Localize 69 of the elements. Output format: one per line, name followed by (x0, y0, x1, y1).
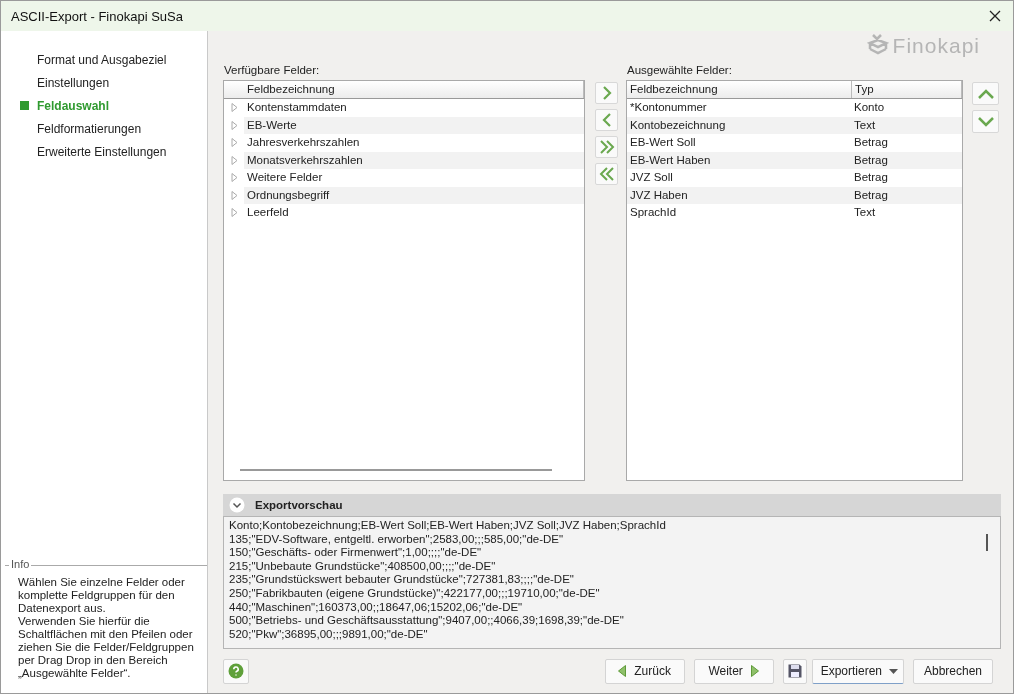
export-button[interactable]: Exportieren (811, 658, 904, 684)
table-cell-text: *Kontonummer (629, 100, 708, 115)
section-title: Exportvorschau (255, 499, 343, 511)
preview-line: 250;"Fabrikbauten (eigene Grundstücke)";422177,00;;;19710,00;"de-DE" (229, 586, 600, 601)
table-cell: Betrag (851, 151, 962, 169)
wizard-step[interactable]: Feldformatierungen (37, 121, 142, 136)
wizard-step[interactable]: Feldauswahl (37, 98, 110, 113)
scrollbar-thumb[interactable] (986, 534, 988, 551)
add-field-button[interactable] (595, 82, 618, 104)
column-header[interactable]: Feldbezeichnung (627, 81, 852, 98)
close-icon (989, 10, 1001, 22)
table-cell-text: SprachId (629, 205, 678, 220)
info-text: Wählen Sie einzelne Felder oder komplette Feldgruppen für den Datenexport aus. Verwenden Sie hierfür die Schaltflächen mit den Pfeilen oder ziehen Sie die Felder/Feldgruppen per Drag Drop in den Bereich „Ausgewählte Felder“. (18, 576, 195, 680)
preview-line: 235;"Grundstückswert bebauter Grundstücke";727381,83;;;;"de-DE" (229, 573, 574, 587)
wizard-step[interactable]: Format und Ausgabeziel (37, 52, 167, 67)
scrollbar[interactable] (240, 469, 552, 471)
preview-line: 440;"Maschinen";160373,00;;18647,06;15202,06;"de-DE" (229, 600, 523, 615)
preview-line: 150;"Geschäfts- oder Firmenwert";1,00;;;;"de-DE" (229, 546, 482, 560)
help-button[interactable] (223, 658, 249, 684)
table-cell: EB-Wert Haben (627, 151, 851, 169)
column-header[interactable]: Typ (852, 81, 962, 98)
table-cell-text: Betrag (853, 170, 889, 185)
double-chevron-left-icon (597, 165, 616, 183)
help-icon (228, 663, 244, 679)
cancel-button[interactable]: Abbrechen (913, 658, 993, 684)
wizard-step[interactable]: Einstellungen (37, 75, 110, 90)
list-label: Ausgewählte Felder: (626, 63, 733, 78)
table-cell: JVZ Haben (627, 186, 851, 204)
preview-line: 135;"EDV-Software, entgeltl. erworben";2583,00;;;585,00;"de-DE" (229, 532, 564, 547)
preview-line: 215;"Unbebaute Grundstücke";408500,00;;;;"de-DE" (229, 559, 496, 574)
table-cell: Kontobezeichnung (627, 116, 851, 134)
back-button[interactable]: Zurück (604, 658, 685, 684)
list-label: Verfügbare Felder: (223, 63, 321, 78)
chevron-up-icon (976, 87, 995, 100)
table-cell: Betrag (851, 186, 962, 204)
remove-field-button[interactable] (595, 109, 618, 131)
tree-item[interactable]: Leerfeld (244, 204, 584, 222)
table-cell: Text (851, 116, 962, 134)
add-all-button[interactable] (595, 136, 618, 158)
caret-icon (889, 668, 898, 674)
chevron-down-icon (976, 115, 995, 128)
wizard-step[interactable]: Erweiterte Einstellungen (37, 144, 167, 159)
preview-header[interactable]: Exportvorschau (223, 494, 1001, 516)
double-chevron-right-icon (597, 138, 616, 156)
save-button[interactable] (782, 658, 807, 684)
table-cell-text: Konto (853, 100, 886, 115)
tree-item[interactable]: Kontenstammdaten (244, 99, 584, 117)
tree-item[interactable]: Jahresverkehrszahlen (244, 134, 584, 152)
table-cell-text: EB-Wert Soll (629, 135, 697, 150)
preview-line: Konto;Kontobezeichnung;EB-Wert Soll;EB-Wert Haben;JVZ Soll;JVZ Haben;SprachId (229, 519, 666, 533)
remove-all-button[interactable] (595, 163, 618, 185)
table-cell-text: Betrag (853, 135, 889, 150)
move-down-button[interactable] (972, 110, 999, 133)
logo-text: Finokapi (892, 34, 980, 58)
tree-item[interactable]: EB-Werte (244, 116, 584, 134)
table-cell-text: JVZ Soll (629, 170, 674, 185)
window-title: ASCII-Export - Finokapi SuSa (11, 8, 183, 24)
close-button[interactable] (987, 8, 1003, 24)
move-up-button[interactable] (972, 82, 999, 105)
next-button[interactable]: Weiter (693, 658, 774, 684)
preview-line: 520;"Pkw";36895,00;;;9891,00;"de-DE" (229, 627, 428, 642)
triangle-left-icon (618, 665, 627, 677)
preview-line: 500;"Betriebs- und Geschäftsausstattung";9407,00;;4066,39;1698,39;"de-DE" (229, 614, 624, 628)
info-title: Info (9, 558, 32, 570)
tree-item[interactable]: Weitere Felder (244, 169, 584, 187)
triangle-right-icon (750, 665, 759, 677)
tree-item[interactable]: Monatsverkehrszahlen (244, 151, 584, 169)
table-cell-text: Text (853, 205, 877, 220)
tree-item[interactable]: Ordnungsbegriff (244, 186, 584, 204)
